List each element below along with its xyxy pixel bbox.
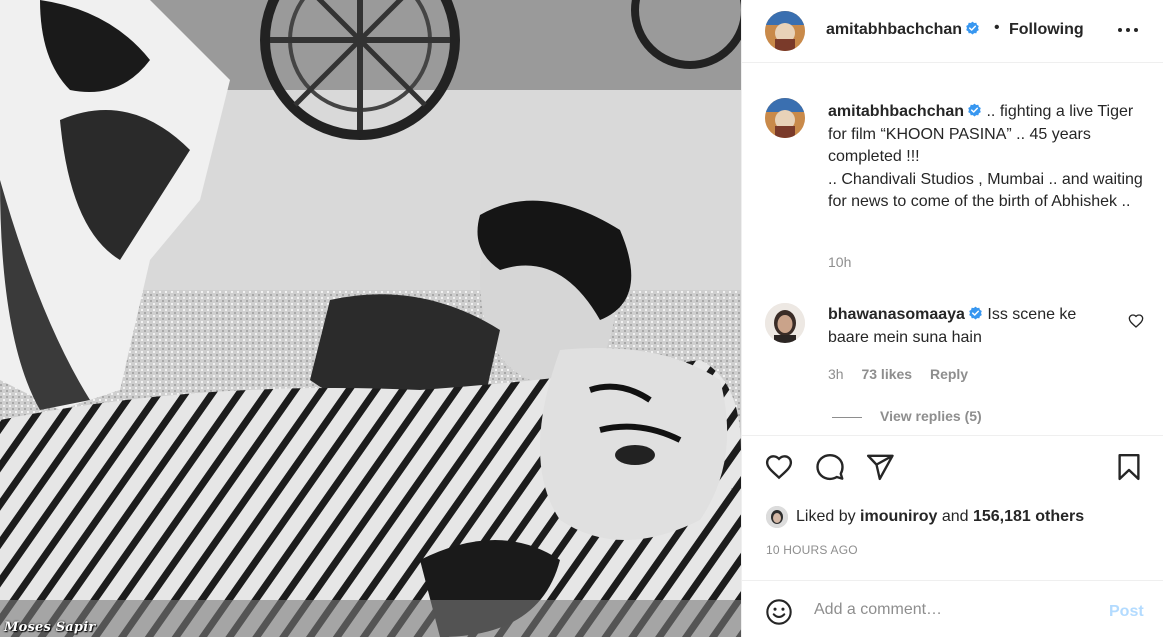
following-button[interactable]: Following	[1009, 21, 1084, 39]
liker-username[interactable]: imouniroy	[860, 508, 937, 525]
emoji-icon	[766, 599, 792, 625]
post-image	[0, 0, 741, 637]
comment-text: bhawanasomaaya Iss scene ke baare mein s…	[828, 304, 1118, 349]
comment-meta: 3h 73 likes Reply	[828, 366, 982, 382]
add-comment-bar: Post	[742, 580, 1163, 637]
caption-body-line2: .. Chandivali Studios , Mumbai .. and wa…	[828, 170, 1143, 211]
caption-username[interactable]: amitabhbachchan	[828, 103, 964, 120]
bookmark-icon	[1118, 453, 1140, 481]
replies-divider	[832, 416, 862, 418]
post-timestamp[interactable]: 10 HOURS AGO	[766, 543, 858, 557]
emoji-button[interactable]	[765, 598, 793, 626]
comment-likes-count[interactable]: 73 likes	[861, 366, 912, 382]
author-username-text[interactable]: amitabhbachchan	[826, 21, 962, 38]
liker-avatar[interactable]	[766, 506, 788, 528]
comments-section[interactable]: amitabhbachchan .. fighting a live Tiger…	[742, 64, 1163, 435]
heart-icon	[765, 455, 793, 480]
more-options-button[interactable]	[1114, 18, 1142, 42]
commenter-avatar[interactable]	[765, 303, 805, 343]
view-replies-button[interactable]: View replies (5)	[832, 408, 982, 424]
author-avatar[interactable]	[765, 11, 805, 51]
heart-outline-small-icon	[1128, 314, 1144, 328]
share-button[interactable]	[865, 452, 895, 482]
photo-watermark: Moses Sapir	[4, 620, 96, 635]
likes-middle: and	[937, 508, 973, 526]
caption-author-avatar[interactable]	[765, 98, 805, 138]
caption-text: amitabhbachchan .. fighting a live Tiger…	[828, 101, 1148, 214]
header-separator: •	[994, 19, 1000, 36]
author-username-header[interactable]: amitabhbachchan	[826, 21, 980, 39]
comment-like-button[interactable]	[1128, 313, 1144, 329]
post-header: amitabhbachchan • Following	[742, 0, 1163, 63]
comment-button[interactable]	[815, 452, 845, 482]
comment-icon	[816, 453, 844, 481]
comment-timestamp[interactable]: 3h	[828, 366, 844, 382]
likes-others-count[interactable]: 156,181 others	[973, 508, 1084, 525]
view-replies-label: View replies (5)	[880, 408, 982, 424]
post-photo[interactable]: Moses Sapir	[0, 0, 741, 637]
verified-badge-icon	[966, 21, 979, 35]
comment-input[interactable]	[814, 595, 1094, 625]
action-bar	[742, 435, 1163, 495]
likes-prefix: Liked by	[796, 508, 861, 526]
send-icon	[866, 454, 894, 481]
like-button[interactable]	[764, 452, 794, 482]
post-details-panel: amitabhbachchan • Following amitabhbachc…	[741, 0, 1163, 637]
save-button[interactable]	[1114, 452, 1144, 482]
likes-summary: Liked by imouniroy and 156,181 others	[766, 506, 1084, 528]
verified-badge-icon	[969, 306, 982, 320]
verified-badge-icon	[968, 103, 981, 117]
caption-timestamp[interactable]: 10h	[828, 254, 851, 270]
comment-reply-button[interactable]: Reply	[930, 366, 968, 382]
commenter-username[interactable]: bhawanasomaaya	[828, 306, 965, 323]
more-horizontal-icon	[1118, 28, 1138, 32]
post-comment-button[interactable]: Post	[1109, 603, 1144, 621]
